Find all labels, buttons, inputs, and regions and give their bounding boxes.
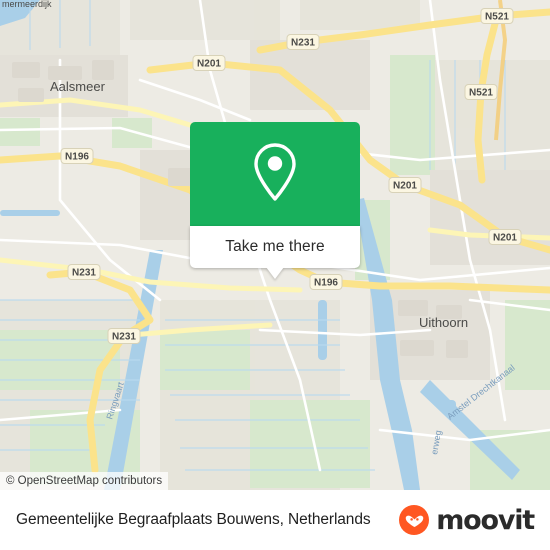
moovit-wordmark: moovit xyxy=(436,504,535,536)
place-label: Uithoorn xyxy=(419,315,468,330)
place-label: mermeerdijk xyxy=(2,0,52,9)
water-label: Amstel Drechtkanaal xyxy=(445,363,517,422)
moovit-logo[interactable]: moovit xyxy=(399,504,535,536)
map-pin-icon xyxy=(254,143,296,201)
road-shield: N201 xyxy=(192,55,226,71)
road-shield-label: N231 xyxy=(112,332,136,343)
road-shield: N521 xyxy=(480,8,514,24)
take-me-there-label: Take me there xyxy=(225,238,325,255)
water-label: erweg xyxy=(429,429,443,455)
destination-callout[interactable]: Take me there xyxy=(190,122,360,279)
road-shield-label: N196 xyxy=(314,278,338,289)
callout-pin-panel xyxy=(190,122,360,226)
water-label: Ringvaart xyxy=(104,380,126,420)
road-shield: N231 xyxy=(286,34,320,50)
moovit-mark-icon xyxy=(399,505,430,535)
place-label: Aalsmeer xyxy=(50,79,106,94)
place-title: Gemeentelijke Begraafplaats Bouwens, Net… xyxy=(16,511,371,528)
road-shield: N201 xyxy=(488,229,522,245)
road-shield: N231 xyxy=(67,264,101,280)
footer-bar: Gemeentelijke Begraafplaats Bouwens, Net… xyxy=(0,490,550,550)
map-attribution: © OpenStreetMap contributors xyxy=(0,472,169,490)
road-shield-label: N201 xyxy=(393,181,417,192)
callout-tail xyxy=(266,267,284,279)
moovit-glyph-icon xyxy=(405,515,423,527)
road-shield: N231 xyxy=(107,328,141,344)
road-shield: N201 xyxy=(388,177,422,193)
road-shield: N521 xyxy=(464,84,498,100)
moovit-map-share-card: Aalsmeer Uithoorn mermeerdijk Ringvaart Ams… xyxy=(0,0,550,550)
road-shield-label: N231 xyxy=(72,268,96,279)
road-shield-label: N521 xyxy=(485,12,509,23)
road-shield: N196 xyxy=(309,274,343,290)
take-me-there-button[interactable]: Take me there xyxy=(190,226,360,279)
pin-wrapper xyxy=(190,142,360,204)
road-shield-label: N201 xyxy=(197,59,221,70)
road-shield-label: N231 xyxy=(291,38,315,49)
road-shield-label: N201 xyxy=(493,233,517,244)
road-shield-label: N196 xyxy=(65,152,89,163)
road-shield: N196 xyxy=(60,148,94,164)
attribution-text: © OpenStreetMap contributors xyxy=(6,475,163,487)
road-shield-label: N521 xyxy=(469,88,493,99)
